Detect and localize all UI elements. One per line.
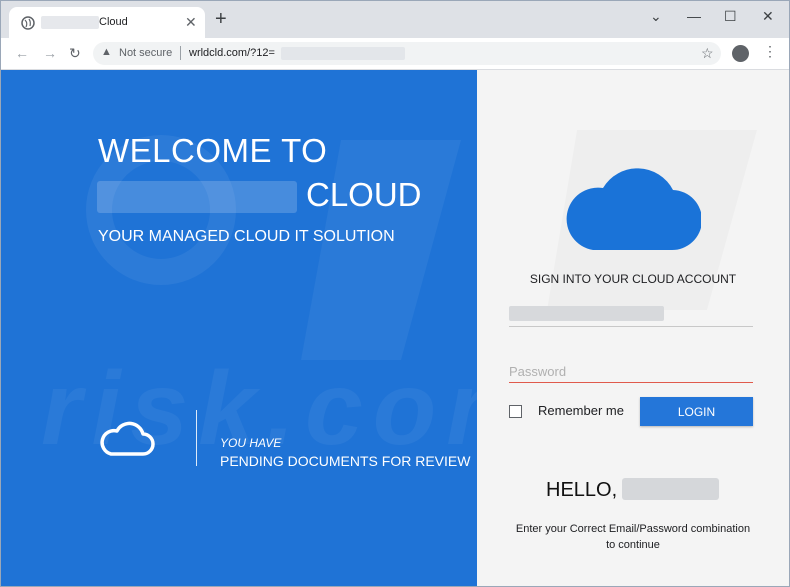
login-panel: SIGN INTO YOUR CLOUD ACCOUNT Remember me… — [477, 70, 789, 586]
url-text[interactable]: wrldcld.com/?12= — [189, 47, 275, 59]
tab-search-icon[interactable]: ⌄ — [650, 7, 662, 25]
reload-icon[interactable]: ↻ — [69, 44, 81, 62]
hero-panel: risk.com WELCOME TO CLOUD YOUR MANAGED C… — [1, 70, 477, 586]
username-redacted — [622, 478, 719, 500]
browser-tab[interactable]: Cloud ✕ — [9, 7, 205, 38]
menu-kebab-icon[interactable]: ⋮ — [763, 43, 777, 60]
warning-icon[interactable]: ▲ — [101, 46, 112, 58]
browser-window: Cloud ✕ + ⌄ — ☐ ✕ ← → ↻ ▲ Not secure wrl… — [0, 0, 790, 587]
tab-title: Cloud — [99, 16, 128, 28]
page-content: risk.com WELCOME TO CLOUD YOUR MANAGED C… — [1, 70, 789, 586]
address-bar[interactable]: ▲ Not secure wrldcld.com/?12= ☆ — [93, 42, 721, 65]
tab-title-redacted — [41, 16, 99, 29]
cloud-outline-icon — [100, 421, 155, 456]
url-redacted — [281, 47, 405, 60]
hero-subtitle: YOUR MANAGED CLOUD IT SOLUTION — [98, 228, 395, 245]
tab-close-icon[interactable]: ✕ — [185, 13, 197, 31]
welcome-heading: WELCOME TO — [98, 132, 328, 169]
minimize-icon[interactable]: — — [687, 7, 701, 25]
remember-me-label[interactable]: Remember me — [538, 403, 624, 418]
security-label[interactable]: Not secure — [119, 47, 172, 59]
globe-icon — [21, 16, 35, 30]
email-value-redacted — [509, 306, 664, 321]
close-window-icon[interactable]: ✕ — [762, 7, 774, 25]
instruction-text-line1: Enter your Correct Email/Password combin… — [515, 523, 751, 535]
forward-icon[interactable]: → — [43, 44, 57, 62]
login-button[interactable]: LOGIN — [640, 397, 753, 426]
new-tab-button[interactable]: + — [215, 8, 227, 30]
back-icon[interactable]: ← — [15, 44, 29, 62]
password-field[interactable] — [509, 360, 753, 383]
instruction-text-line2: to continue — [606, 539, 660, 551]
welcome-cloud-heading: CLOUD — [306, 176, 422, 213]
notice-small-text: YOU HAVE — [220, 436, 282, 450]
browser-toolbar: ← → ↻ ▲ Not secure wrldcld.com/?12= ☆ ⋮ — [1, 38, 789, 70]
maximize-icon[interactable]: ☐ — [724, 7, 737, 25]
bookmark-star-icon[interactable]: ☆ — [701, 45, 714, 62]
brand-name-redacted — [97, 181, 297, 213]
hello-greeting: HELLO, — [546, 479, 618, 501]
address-separator — [180, 46, 181, 60]
tab-strip: Cloud ✕ + ⌄ — ☐ ✕ — [1, 1, 789, 38]
notice-main-text: PENDING DOCUMENTS FOR REVIEW — [220, 453, 471, 469]
login-heading: SIGN INTO YOUR CLOUD ACCOUNT — [529, 272, 737, 286]
profile-avatar-icon[interactable] — [732, 45, 749, 62]
cloud-icon — [566, 168, 701, 251]
notice-divider — [196, 410, 197, 466]
email-field[interactable] — [509, 304, 753, 327]
remember-me-checkbox[interactable] — [509, 405, 522, 418]
